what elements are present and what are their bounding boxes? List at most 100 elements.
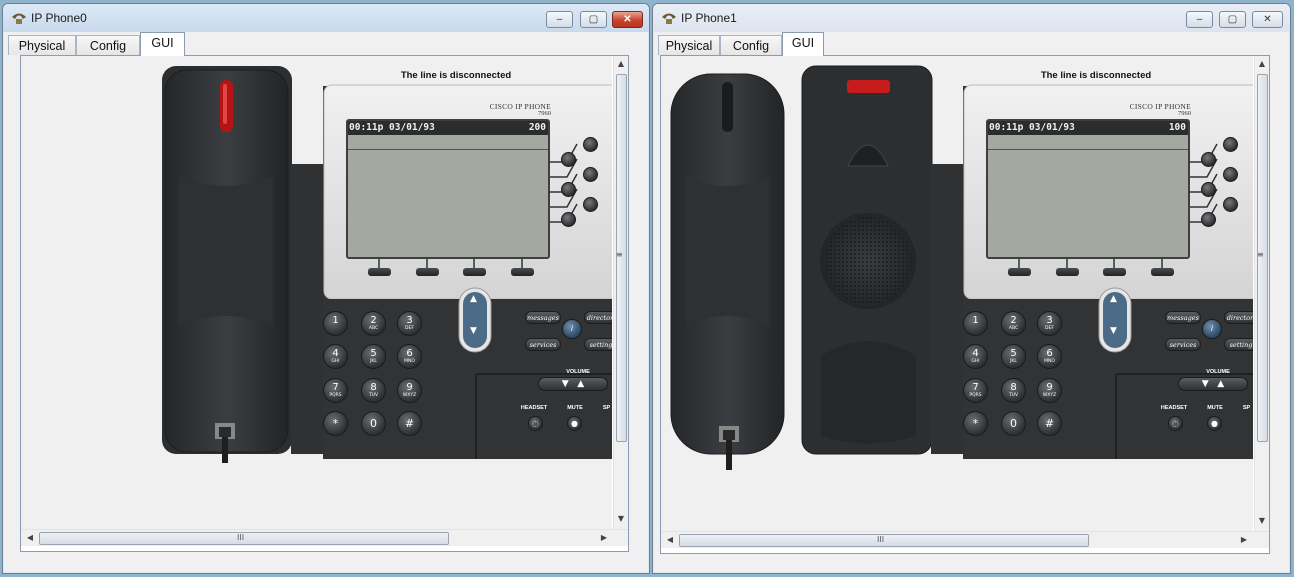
volume-label: VOLUME	[1206, 369, 1230, 375]
softkey-2[interactable]	[416, 268, 439, 276]
title-bar[interactable]: IP Phone1 – ▢ ✕	[653, 4, 1290, 32]
keypad-key-3[interactable]: 3 DEF	[1037, 311, 1062, 336]
line-key-3[interactable]	[1223, 167, 1238, 182]
volume-down-icon[interactable]: ▼ ▲	[562, 379, 584, 389]
keypad-key-0[interactable]: 0	[361, 411, 386, 436]
volume-down-icon[interactable]: ▼ ▲	[1202, 379, 1224, 389]
keypad-key-4[interactable]: 4 GHI	[323, 344, 348, 369]
keypad-key-1[interactable]: 1	[323, 311, 348, 336]
line-key-2[interactable]	[1201, 152, 1216, 167]
nav-down-icon[interactable]: ▼	[1110, 326, 1117, 336]
line-key-2[interactable]	[561, 152, 576, 167]
keypad-key-8[interactable]: 8 TUV	[1001, 378, 1026, 403]
minimize-button[interactable]: –	[1186, 11, 1213, 28]
tab-gui[interactable]: GUI	[782, 32, 824, 56]
scroll-left-icon[interactable]: ◀	[665, 535, 675, 545]
horizontal-scrollbar[interactable]: ◀ III ▶	[21, 529, 628, 546]
line-key-4[interactable]	[561, 182, 576, 197]
softkey-1[interactable]	[1008, 268, 1031, 276]
close-button[interactable]: ✕	[612, 11, 643, 28]
line-key-4[interactable]	[1201, 182, 1216, 197]
phone-window-1: IP Phone1 – ▢ ✕ Physical Config GUI The …	[652, 3, 1291, 574]
messages-button[interactable]: messages	[525, 311, 561, 324]
keypad-key-8[interactable]: 8 TUV	[361, 378, 386, 403]
line-key-5[interactable]	[583, 197, 598, 212]
keypad-key-2[interactable]: 2 ABC	[1001, 311, 1026, 336]
info-button[interactable]: i	[562, 319, 582, 339]
keypad-key-6[interactable]: 6 MNO	[1037, 344, 1062, 369]
keypad-key-4[interactable]: 4 GHI	[963, 344, 988, 369]
nav-down-icon[interactable]: ▼	[470, 326, 477, 336]
keypad-key-0[interactable]: 0	[1001, 411, 1026, 436]
close-button[interactable]: ✕	[1252, 11, 1283, 28]
volume-rocker[interactable]: ▼ ▲	[1178, 377, 1248, 391]
tab-physical[interactable]: Physical	[8, 35, 76, 55]
keypad-key-1[interactable]: 1	[963, 311, 988, 336]
scroll-down-icon[interactable]: ▼	[616, 514, 626, 524]
softkey-1[interactable]	[368, 268, 391, 276]
scroll-right-icon[interactable]: ▶	[1239, 535, 1249, 545]
scroll-left-icon[interactable]: ◀	[25, 533, 35, 543]
services-button[interactable]: services	[525, 338, 561, 351]
messages-button[interactable]: messages	[1165, 311, 1201, 324]
scroll-up-icon[interactable]: ▲	[616, 59, 626, 69]
keypad-key-7[interactable]: 7 PQRS	[963, 378, 988, 403]
mute-icon: ●	[1211, 419, 1218, 428]
keypad-key-9[interactable]: 9 WXYZ	[397, 378, 422, 403]
services-button[interactable]: services	[1165, 338, 1201, 351]
nav-up-icon[interactable]: ▲	[1110, 294, 1117, 304]
maximize-button[interactable]: ▢	[1219, 11, 1246, 28]
minimize-button[interactable]: –	[546, 11, 573, 28]
line-key-6[interactable]	[1201, 212, 1216, 227]
vertical-scrollbar[interactable]: ▲ ≡ ▼	[613, 56, 628, 529]
tab-gui[interactable]: GUI	[140, 32, 185, 56]
keypad-key-star[interactable]: *	[323, 411, 348, 436]
keypad-key-6[interactable]: 6 MNO	[397, 344, 422, 369]
softkey-2[interactable]	[1056, 268, 1079, 276]
keypad-key-3[interactable]: 3 DEF	[397, 311, 422, 336]
softkey-4[interactable]	[511, 268, 534, 276]
scroll-down-icon[interactable]: ▼	[1257, 516, 1267, 526]
directories-button[interactable]: directori	[584, 311, 612, 324]
phone-model-label: 7960	[538, 110, 551, 117]
vertical-scrollbar[interactable]: ▲ ≡ ▼	[1254, 56, 1269, 531]
horizontal-scrollbar[interactable]: ◀ III ▶	[661, 531, 1269, 548]
tab-config[interactable]: Config	[720, 35, 782, 55]
volume-rocker[interactable]: ▼ ▲	[538, 377, 608, 391]
mute-button[interactable]: ●	[567, 416, 582, 431]
phone-model-label: 7960	[1178, 110, 1191, 117]
settings-button[interactable]: setting	[584, 338, 612, 351]
keypad-key-hash[interactable]: #	[397, 411, 422, 436]
keypad-key-star[interactable]: *	[963, 411, 988, 436]
headset-button[interactable]: ◌	[528, 416, 543, 431]
info-button[interactable]: i	[1202, 319, 1222, 339]
nav-up-icon[interactable]: ▲	[470, 294, 477, 304]
softkey-4[interactable]	[1151, 268, 1174, 276]
line-key-3[interactable]	[583, 167, 598, 182]
directories-button[interactable]: directori	[1224, 311, 1253, 324]
softkey-3[interactable]	[463, 268, 486, 276]
headset-label: HEADSET	[1160, 405, 1188, 411]
mute-button[interactable]: ●	[1207, 416, 1222, 431]
tab-config[interactable]: Config	[76, 35, 140, 55]
keypad-key-9[interactable]: 9 WXYZ	[1037, 378, 1062, 403]
line-key-1[interactable]	[583, 137, 598, 152]
keypad-key-2[interactable]: 2 ABC	[361, 311, 386, 336]
line-key-5[interactable]	[1223, 197, 1238, 212]
keypad-key-5[interactable]: 5 JKL	[1001, 344, 1026, 369]
settings-button[interactable]: setting	[1224, 338, 1253, 351]
line-key-1[interactable]	[1223, 137, 1238, 152]
maximize-button[interactable]: ▢	[580, 11, 607, 28]
line-key-6[interactable]	[561, 212, 576, 227]
tab-physical[interactable]: Physical	[658, 35, 720, 55]
keypad-key-5[interactable]: 5 JKL	[361, 344, 386, 369]
scroll-right-icon[interactable]: ▶	[599, 533, 609, 543]
keypad-key-7[interactable]: 7 PQRS	[323, 378, 348, 403]
scroll-up-icon[interactable]: ▲	[1257, 59, 1267, 69]
keypad-key-hash[interactable]: #	[1037, 411, 1062, 436]
title-bar[interactable]: IP Phone0 – ▢ ✕	[3, 4, 649, 32]
softkey-3[interactable]	[1103, 268, 1126, 276]
gui-panel: The line is disconnected CISCO IP PHONE …	[20, 55, 629, 552]
phone-canvas: The line is disconnected CISCO IP PHONE …	[21, 56, 612, 529]
headset-button[interactable]: ◌	[1168, 416, 1183, 431]
